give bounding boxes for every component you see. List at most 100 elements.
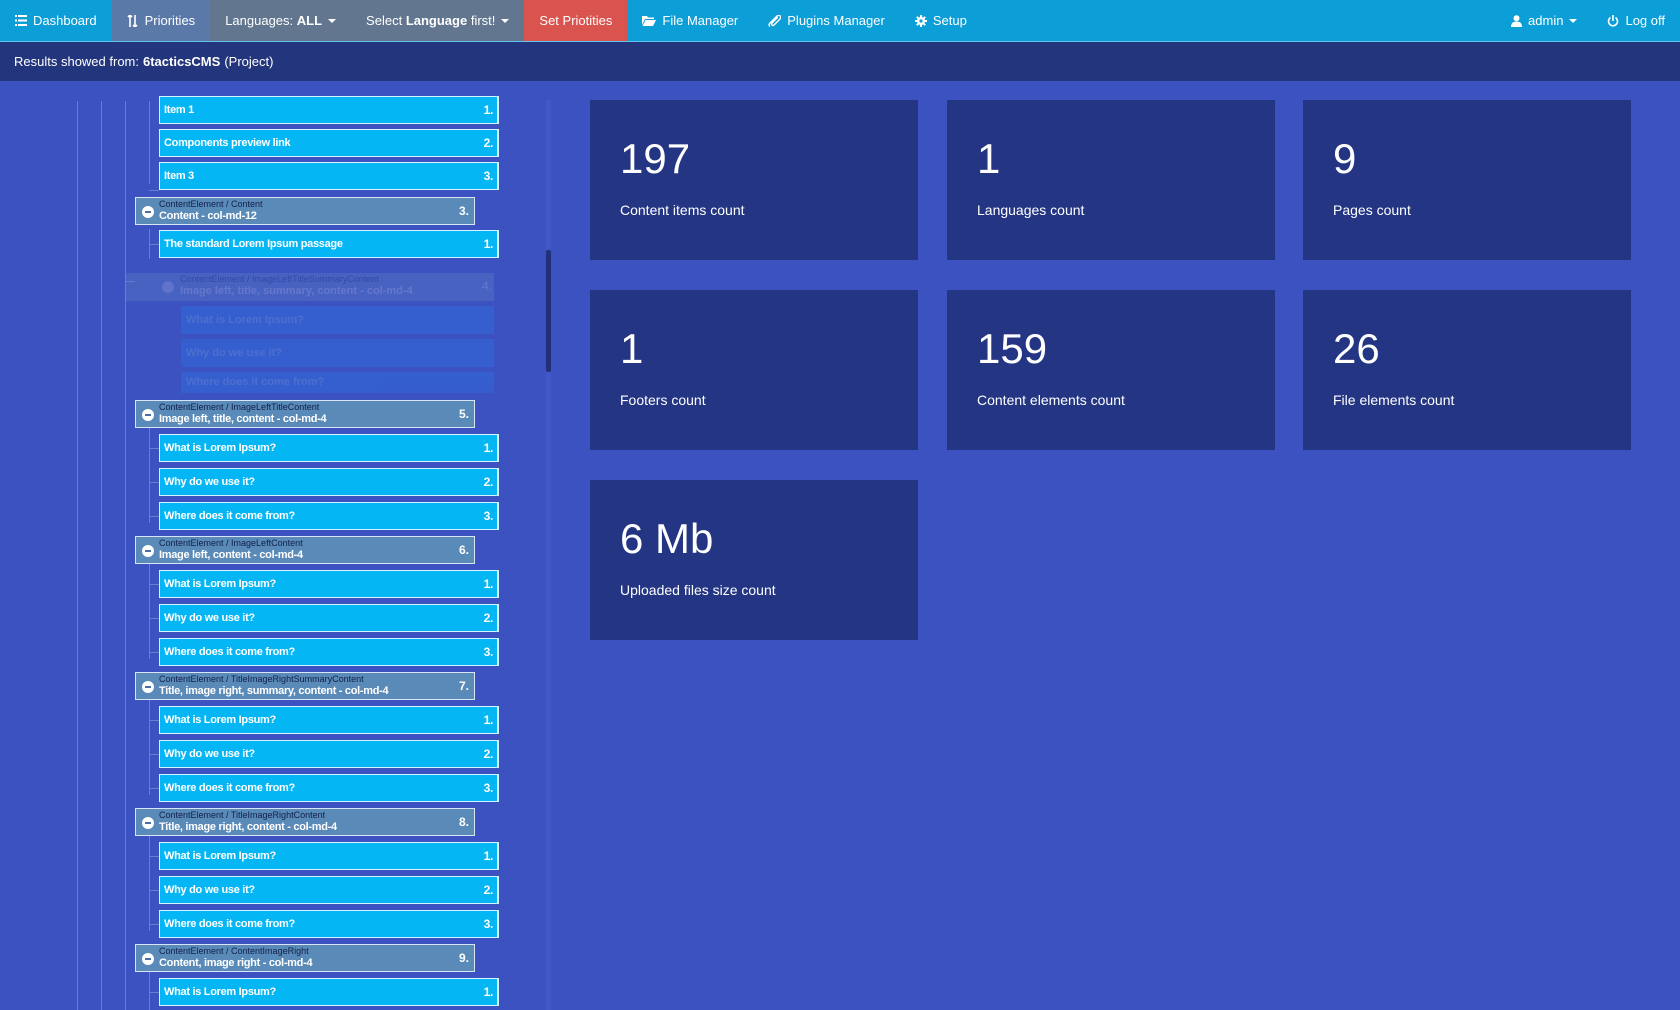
nav-setup[interactable]: Setup <box>900 0 982 41</box>
top-navbar: Dashboard Priorities Languages: ALL Sele… <box>0 0 1680 42</box>
tree-group-number: 3. <box>458 204 469 218</box>
tree-item-number: 2. <box>483 611 494 625</box>
tree-item-number: 1. <box>483 985 494 999</box>
tree-line <box>77 101 78 1010</box>
stat-value: 26 <box>1333 325 1380 372</box>
dragging-group-number: 4. <box>481 279 492 293</box>
priority-tree-panel: Item 1 1. Components preview link 2. Ite… <box>0 81 548 1010</box>
tree-item-label: Where does it come from? <box>164 510 295 522</box>
tree-item-label: Where does it come from? <box>164 918 295 930</box>
collapse-icon[interactable] <box>142 681 154 693</box>
menu-icon <box>15 15 27 26</box>
tree-connector <box>149 890 159 891</box>
tree-item[interactable]: Components preview link 2. <box>159 129 499 157</box>
collapse-icon[interactable] <box>142 206 154 218</box>
tree-item-number: 3. <box>483 781 494 795</box>
tree-line <box>101 101 102 1010</box>
tree-item[interactable]: What is Lorem Ipsum? 1. <box>159 706 499 734</box>
tree-connector <box>149 754 159 755</box>
nav-logoff[interactable]: Log off <box>1592 0 1680 41</box>
stat-card-content-items: 197 Content items count <box>590 100 918 260</box>
tree-item-number: 1. <box>483 713 494 727</box>
nav-select-language-dropdown[interactable]: Select Language first! <box>351 0 525 41</box>
nav-plugins-manager-label: Plugins Manager <box>787 13 885 28</box>
tree-group-number: 7. <box>458 679 469 693</box>
tree-connector <box>149 924 159 925</box>
tree-item[interactable]: What is Lorem Ipsum? 1. <box>159 842 499 870</box>
tree-connector <box>149 618 159 619</box>
caret-down-icon <box>501 18 510 23</box>
tree-connector <box>149 584 159 585</box>
nav-file-manager[interactable]: File Manager <box>627 0 753 41</box>
tree-item-number: 2. <box>483 475 494 489</box>
tree-line <box>125 101 126 1010</box>
tree-item-number: 2. <box>483 747 494 761</box>
set-priorities-button[interactable]: Set Priotities <box>524 0 628 41</box>
nav-setup-label: Setup <box>932 13 967 28</box>
tree-item[interactable]: Item 3 3. <box>159 162 499 190</box>
tree-scrollbar-track[interactable] <box>546 100 551 1010</box>
tree-group[interactable]: ContentElement / ImageLeftTitleContent I… <box>135 400 475 428</box>
stat-label: Languages count <box>977 202 1085 218</box>
dragging-item: Where does it come from? <box>181 372 494 393</box>
stat-card-content-elements: 159 Content elements count <box>947 290 1275 450</box>
tree-item[interactable]: Where does it come from? 3. <box>159 774 499 802</box>
tree-group[interactable]: ContentElement / ImageLeftContent Image … <box>135 536 475 564</box>
tree-group-number: 8. <box>458 815 469 829</box>
nav-languages-dropdown[interactable]: Languages: ALL <box>210 0 352 41</box>
nav-user-dropdown[interactable]: admin <box>1496 0 1592 41</box>
tree-item[interactable]: Why do we use it? 2. <box>159 468 499 496</box>
tree-group-title: Content, image right - col-md-4 <box>159 957 313 969</box>
collapse-icon[interactable] <box>142 953 154 965</box>
tree-item-label: Item 3 <box>164 170 194 182</box>
nav-dashboard[interactable]: Dashboard <box>0 0 112 41</box>
sort-icon <box>127 14 139 27</box>
collapse-icon[interactable] <box>142 817 154 829</box>
tree-item[interactable]: The standard Lorem Ipsum passage 1. <box>159 230 499 258</box>
tree-item-number: 2. <box>483 883 494 897</box>
tree-item-number: 1. <box>483 237 494 251</box>
gear-icon <box>914 14 927 27</box>
tree-item[interactable]: What is Lorem Ipsum? 1. <box>159 570 499 598</box>
tree-connector <box>149 992 159 993</box>
tree-group[interactable]: ContentElement / Content Content - col-m… <box>135 197 475 225</box>
tree-item[interactable]: What is Lorem Ipsum? 1. <box>159 434 499 462</box>
tree-item-number: 3. <box>483 917 494 931</box>
dragging-tree-group[interactable]: ContentElement / ImageLeftTitleSummaryCo… <box>126 273 498 393</box>
tree-item[interactable]: Why do we use it? 2. <box>159 604 499 632</box>
tree-item[interactable]: Where does it come from? 3. <box>159 910 499 938</box>
stat-label: Content elements count <box>977 392 1125 408</box>
collapse-icon[interactable] <box>142 545 154 557</box>
tree-item[interactable]: Where does it come from? 3. <box>159 502 499 530</box>
tree-scrollbar-thumb[interactable] <box>546 250 551 372</box>
tree-line <box>149 421 150 523</box>
tree-item-label: What is Lorem Ipsum? <box>164 714 276 726</box>
tree-item-label: What is Lorem Ipsum? <box>164 850 276 862</box>
nav-plugins-manager[interactable]: Plugins Manager <box>753 0 900 41</box>
tree-item-label: Why do we use it? <box>164 476 255 488</box>
tree-item-number: 1. <box>483 103 494 117</box>
collapse-icon[interactable] <box>142 409 154 421</box>
results-suffix: (Project) <box>224 54 274 69</box>
nav-logoff-label: Log off <box>1625 13 1665 28</box>
stat-card-pages: 9 Pages count <box>1303 100 1631 260</box>
tree-connector <box>149 448 159 449</box>
stat-label: Pages count <box>1333 202 1411 218</box>
nav-priorities[interactable]: Priorities <box>111 0 211 41</box>
tree-item[interactable]: Where does it come from? 3. <box>159 638 499 666</box>
tree-item[interactable]: What is Lorem Ipsum? 1. <box>159 978 499 1006</box>
power-icon <box>1607 14 1619 27</box>
nav-priorities-label: Priorities <box>144 13 196 28</box>
tree-item[interactable]: Item 1 1. <box>159 96 499 124</box>
tree-item-label: What is Lorem Ipsum? <box>164 442 276 454</box>
tree-group[interactable]: ContentElement / TitleImageRightContent … <box>135 808 475 836</box>
tree-group[interactable]: ContentElement / ContentImageRight Conte… <box>135 944 475 972</box>
tree-group-number: 6. <box>458 543 469 557</box>
tree-connector <box>149 516 159 517</box>
tree-item[interactable]: Why do we use it? 2. <box>159 740 499 768</box>
tree-group[interactable]: ContentElement / TitleImageRightSummaryC… <box>135 672 475 700</box>
nav-select-prefix: Select <box>366 13 403 28</box>
nav-languages-prefix: Languages: <box>225 13 294 28</box>
tree-item[interactable]: Why do we use it? 2. <box>159 876 499 904</box>
stat-card-uploaded-size: 6 Mb Uploaded files size count <box>590 480 918 640</box>
